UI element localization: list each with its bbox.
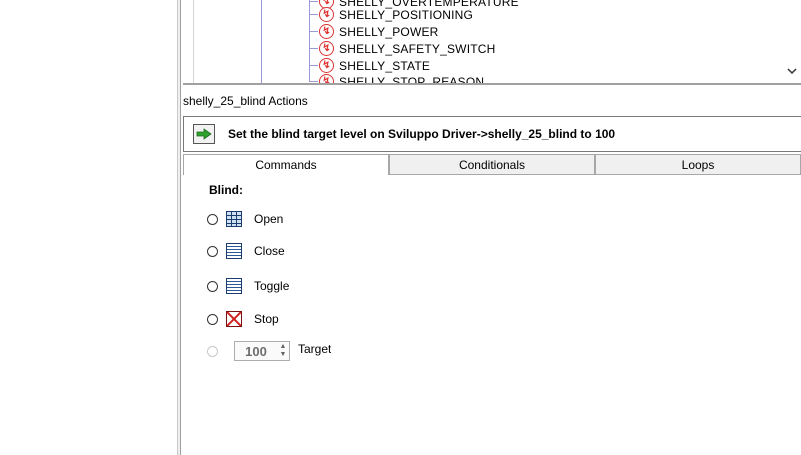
option-close[interactable]: Close bbox=[207, 242, 285, 260]
stepper-arrows-icon[interactable]: ▲ ▼ bbox=[277, 342, 289, 360]
blind-closed-icon bbox=[226, 243, 242, 259]
radio-open[interactable] bbox=[207, 213, 218, 225]
blind-group-label: Blind: bbox=[209, 183, 243, 197]
tree-item-label: SHELLY_POSITIONING bbox=[339, 7, 474, 22]
tree-item[interactable]: ↯ SHELLY_POWER bbox=[309, 14, 439, 40]
variables-tree: ↯ SHELLY_OVERTEMPERATURE ↯ SHELLY_POSITI… bbox=[183, 0, 801, 85]
state-icon: ↯ bbox=[319, 41, 334, 56]
radio-toggle[interactable] bbox=[207, 280, 218, 292]
tree-connector bbox=[309, 31, 310, 48]
state-icon: ↯ bbox=[319, 7, 334, 22]
tree-connector bbox=[309, 14, 310, 31]
commands-panel: Blind: Open Close Toggle Stop 100 ▲ ▼ Tar… bbox=[183, 175, 801, 455]
actions-title: shelly_25_blind Actions bbox=[183, 94, 308, 108]
splitter[interactable] bbox=[177, 0, 181, 455]
option-open-label: Open bbox=[254, 212, 284, 226]
tab-conditionals[interactable]: Conditionals bbox=[389, 154, 595, 175]
tree-connector bbox=[309, 64, 310, 81]
radio-target-level[interactable] bbox=[207, 345, 218, 357]
option-close-label: Close bbox=[254, 244, 285, 258]
tree-item[interactable]: ↯ SHELLY_SAFETY_SWITCH bbox=[309, 31, 496, 57]
tree-connector bbox=[309, 14, 318, 15]
tree-item-label: SHELLY_POWER bbox=[339, 24, 439, 39]
target-level-value[interactable]: 100 bbox=[235, 344, 277, 359]
green-arrow-icon[interactable] bbox=[193, 124, 215, 144]
state-icon: ↯ bbox=[319, 58, 334, 73]
tree-item-label: SHELLY_STATE bbox=[339, 58, 431, 73]
option-toggle[interactable]: Toggle bbox=[207, 277, 289, 295]
state-icon: ↯ bbox=[319, 74, 334, 83]
tree-connector bbox=[309, 65, 318, 66]
tree-item[interactable]: ↯ SHELLY_STATE bbox=[309, 48, 431, 74]
tab-commands[interactable]: Commands bbox=[183, 154, 389, 175]
tree-item[interactable]: ↯ SHELLY_POSITIONING bbox=[309, 0, 474, 23]
tree-connector bbox=[309, 81, 318, 82]
action-summary: Set the blind target level on Sviluppo D… bbox=[183, 116, 801, 152]
blind-open-icon bbox=[226, 211, 242, 227]
left-pane bbox=[0, 0, 177, 455]
tree-connector bbox=[309, 1, 318, 2]
tree-connector bbox=[309, 48, 318, 49]
blind-stop-icon bbox=[226, 311, 242, 327]
option-target-level[interactable]: 100 ▲ ▼ Target bbox=[207, 340, 331, 362]
radio-close[interactable] bbox=[207, 245, 218, 257]
option-stop-label: Stop bbox=[254, 312, 279, 326]
tab-strip: Commands Conditionals Loops bbox=[183, 154, 801, 175]
tree-guide-line bbox=[193, 0, 194, 83]
tree-item[interactable]: ↯ SHELLY_STOP_REASON bbox=[309, 64, 485, 85]
blind-toggle-icon bbox=[226, 278, 242, 294]
tree-connector bbox=[309, 0, 310, 14]
target-level-stepper[interactable]: 100 ▲ ▼ bbox=[234, 341, 290, 361]
state-icon: ↯ bbox=[319, 24, 334, 39]
option-toggle-label: Toggle bbox=[254, 279, 290, 293]
tree-guide-line bbox=[261, 0, 262, 83]
chevron-down-icon[interactable] bbox=[787, 67, 797, 79]
tree-item-label: SHELLY_STOP_REASON bbox=[339, 74, 485, 85]
tab-loops[interactable]: Loops bbox=[595, 154, 801, 175]
tree-connector bbox=[309, 31, 318, 32]
action-summary-text: Set the blind target level on Sviluppo D… bbox=[228, 127, 616, 141]
option-stop[interactable]: Stop bbox=[207, 310, 279, 328]
radio-stop[interactable] bbox=[207, 313, 218, 325]
tree-item-label: SHELLY_SAFETY_SWITCH bbox=[339, 41, 496, 56]
option-open[interactable]: Open bbox=[207, 210, 283, 228]
target-level-label: Target bbox=[298, 342, 332, 356]
tree-connector bbox=[309, 48, 310, 65]
